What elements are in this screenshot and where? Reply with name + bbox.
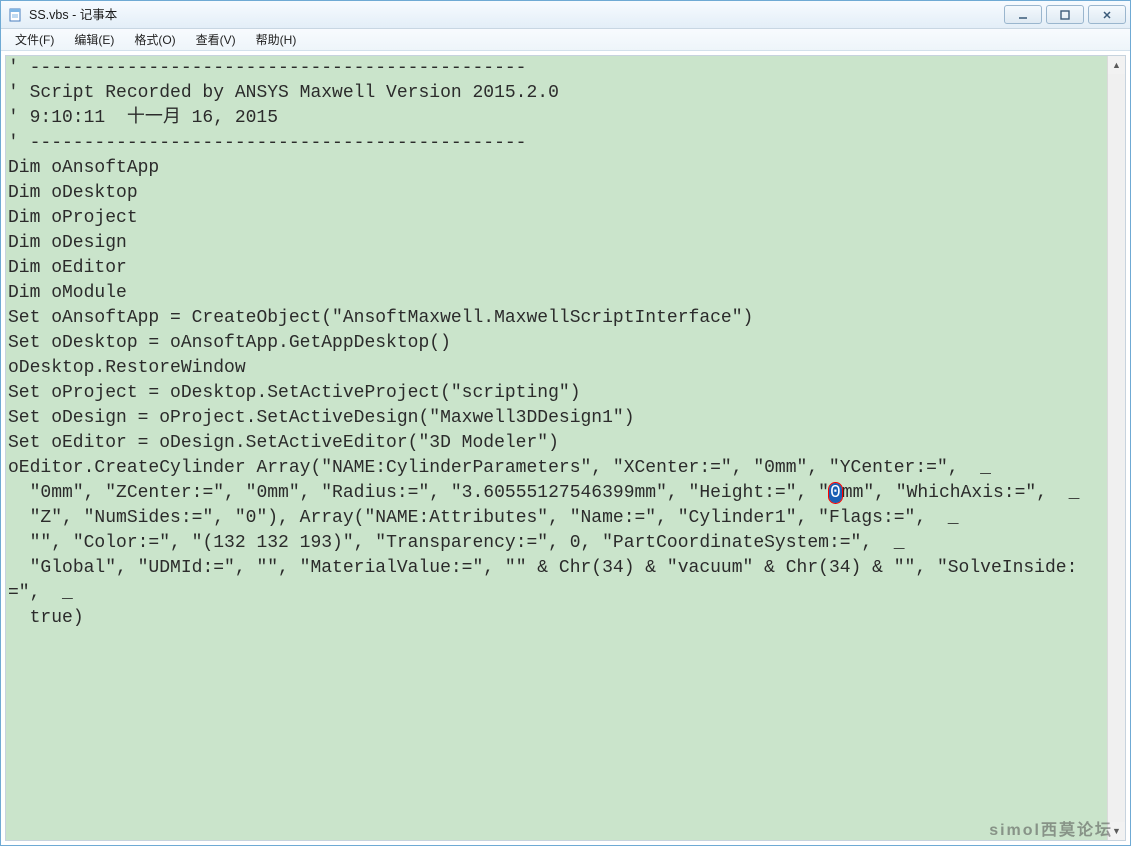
maximize-button[interactable] [1046, 5, 1084, 24]
close-button[interactable] [1088, 5, 1126, 24]
text-selection: 0 [829, 483, 842, 503]
menu-view[interactable]: 查看(V) [186, 29, 246, 51]
text-editor[interactable]: ' --------------------------------------… [6, 56, 1107, 840]
menu-help[interactable]: 帮助(H) [246, 29, 307, 51]
minimize-button[interactable] [1004, 5, 1042, 24]
window-controls [1004, 5, 1126, 24]
editor-frame: ' --------------------------------------… [5, 55, 1126, 841]
scroll-track[interactable] [1108, 74, 1125, 822]
scroll-down-icon[interactable]: ▼ [1108, 822, 1125, 840]
menu-edit[interactable]: 编辑(E) [64, 29, 124, 51]
app-window: SS.vbs - 记事本 文件(F) 编辑(E) 格式(O) 查看(V) 帮助(… [0, 0, 1131, 846]
content-area: ' --------------------------------------… [1, 51, 1130, 845]
vertical-scrollbar[interactable]: ▲ ▼ [1107, 56, 1125, 840]
menu-format[interactable]: 格式(O) [124, 29, 185, 51]
menubar: 文件(F) 编辑(E) 格式(O) 查看(V) 帮助(H) [1, 29, 1130, 51]
scroll-up-icon[interactable]: ▲ [1108, 56, 1125, 74]
menu-file[interactable]: 文件(F) [5, 29, 64, 51]
notepad-icon [7, 7, 23, 23]
window-title: SS.vbs - 记事本 [29, 1, 1004, 29]
titlebar[interactable]: SS.vbs - 记事本 [1, 1, 1130, 29]
